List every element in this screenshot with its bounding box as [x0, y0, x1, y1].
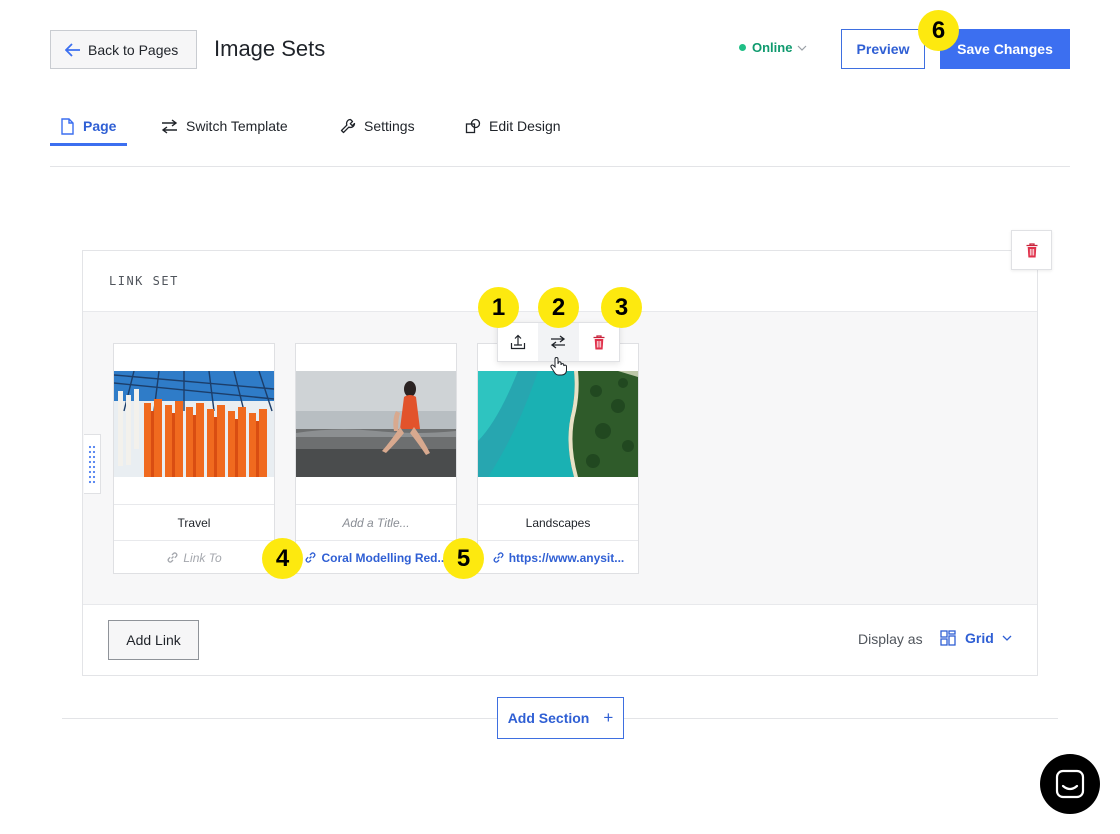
- drag-handle[interactable]: [84, 434, 101, 494]
- wrench-icon: [340, 118, 356, 134]
- section-label: LINK SET: [109, 274, 179, 288]
- card-link-field[interactable]: Coral Modelling Red...: [296, 540, 456, 574]
- marker-3: 3: [601, 287, 642, 328]
- switch-arrows-icon: [161, 118, 178, 134]
- tab-switch-template[interactable]: Switch Template: [161, 116, 288, 136]
- delete-section-button[interactable]: [1011, 230, 1052, 270]
- marker-4: 4: [262, 538, 303, 579]
- swap-arrows-icon: [551, 335, 566, 349]
- page-title: Image Sets: [214, 36, 326, 61]
- display-as-label: Display as: [858, 631, 923, 647]
- back-to-pages-label: Back to Pages: [88, 41, 179, 58]
- add-section-button[interactable]: Add Section +: [497, 697, 624, 739]
- status-label: Online: [752, 40, 793, 55]
- chevron-down-icon: [798, 45, 807, 51]
- grid-layout-icon: [940, 630, 956, 646]
- link-card-untitled[interactable]: Add a Title... Coral Modelling Red...: [295, 343, 457, 574]
- card-image-travel: [114, 371, 274, 477]
- display-mode-label: Grid: [965, 630, 994, 646]
- link-icon: [167, 552, 178, 563]
- trash-icon: [1026, 242, 1037, 257]
- tab-switch-template-label: Switch Template: [186, 118, 288, 134]
- marker-2: 2: [538, 287, 579, 328]
- tab-settings[interactable]: Settings: [340, 116, 415, 136]
- display-mode-dropdown[interactable]: Grid: [940, 630, 1012, 646]
- design-shapes-icon: [465, 118, 481, 134]
- status-dot-icon: [739, 44, 746, 51]
- tab-edit-design[interactable]: Edit Design: [465, 116, 561, 136]
- link-icon: [493, 552, 504, 563]
- save-changes-button[interactable]: Save Changes: [940, 29, 1070, 69]
- add-link-button[interactable]: Add Link: [108, 620, 199, 660]
- hand-cursor-icon: [549, 356, 567, 381]
- card-link-text: https://www.anysit...: [508, 550, 625, 565]
- link-icon: [306, 552, 316, 563]
- card-title[interactable]: Add a Title...: [296, 504, 456, 540]
- card-image-model: [296, 371, 456, 477]
- marker-5: 5: [443, 538, 484, 579]
- plus-icon: +: [603, 708, 614, 727]
- marker-6: 6: [918, 10, 959, 51]
- replace-image-button[interactable]: [498, 323, 538, 361]
- page-icon: [61, 117, 74, 135]
- status-dropdown[interactable]: Online: [739, 40, 807, 55]
- trash-icon: [593, 334, 605, 349]
- card-title[interactable]: Travel: [114, 504, 274, 540]
- tab-settings-label: Settings: [364, 118, 415, 134]
- delete-card-button[interactable]: [579, 323, 619, 361]
- chat-icon: [1055, 769, 1085, 799]
- arrow-left-icon: [65, 42, 80, 57]
- preview-button[interactable]: Preview: [841, 29, 925, 69]
- chat-support-button[interactable]: [1040, 754, 1100, 814]
- tab-page[interactable]: Page: [60, 116, 116, 136]
- card-image-landscape: [478, 371, 638, 477]
- active-tab-indicator: [50, 143, 127, 146]
- card-link-field[interactable]: https://www.anysit...: [478, 540, 638, 574]
- back-to-pages-button[interactable]: Back to Pages: [50, 30, 197, 69]
- link-card-travel[interactable]: Travel Link To: [113, 343, 275, 574]
- card-link-field[interactable]: Link To: [114, 540, 274, 574]
- tabs-divider: [50, 166, 1070, 167]
- card-link-text: Coral Modelling Red...: [321, 550, 448, 565]
- chevron-down-icon: [1002, 635, 1012, 641]
- card-link-text: Link To: [183, 550, 222, 565]
- tab-edit-design-label: Edit Design: [489, 118, 561, 134]
- upload-image-icon: [511, 334, 526, 350]
- add-section-label: Add Section: [507, 710, 590, 726]
- card-title[interactable]: Landscapes: [478, 504, 638, 540]
- drag-dots-icon: [88, 445, 96, 484]
- marker-1: 1: [478, 287, 519, 328]
- tab-page-label: Page: [83, 118, 117, 134]
